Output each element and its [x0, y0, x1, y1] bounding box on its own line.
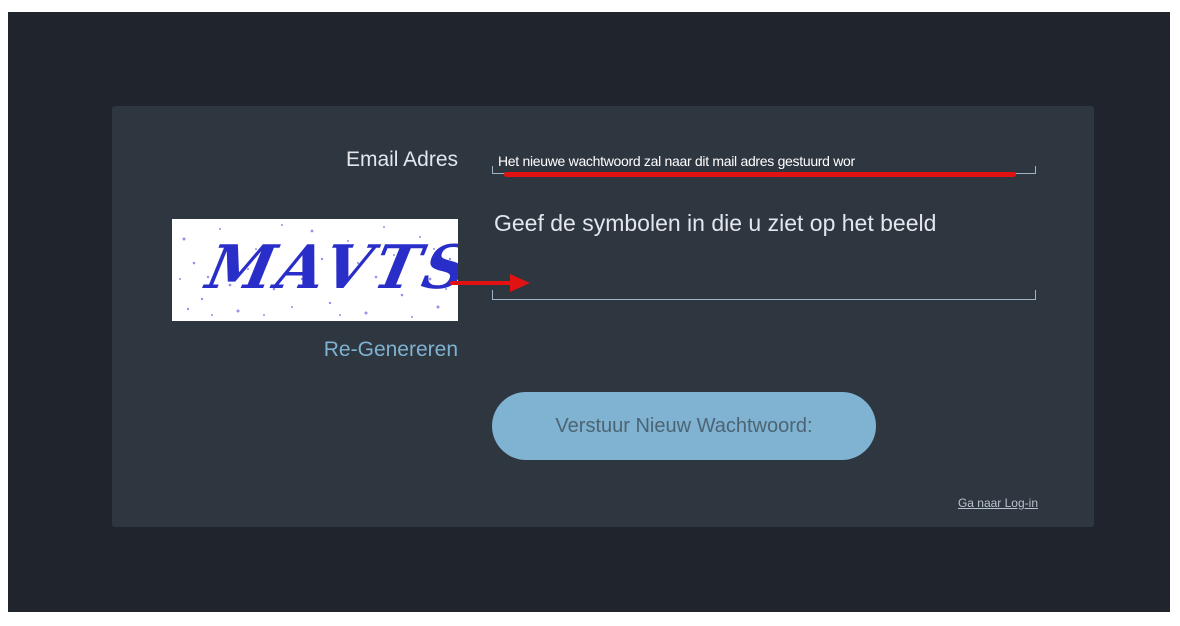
captcha-input[interactable]	[492, 256, 1036, 300]
annotation-arrow-icon	[450, 274, 530, 292]
app-background: Email Adres Het nieuwe wachtwoord zal na…	[8, 12, 1170, 612]
email-label: Email Adres	[345, 148, 458, 171]
reset-password-card: Email Adres Het nieuwe wachtwoord zal na…	[112, 106, 1094, 527]
send-new-password-button[interactable]: Verstuur Nieuw Wachtwoord:	[492, 392, 876, 460]
captcha-text: MAVTS	[200, 233, 458, 303]
email-field[interactable]: Het nieuwe wachtwoord zal naar dit mail …	[492, 148, 1036, 174]
email-field-value: Het nieuwe wachtwoord zal naar dit mail …	[498, 153, 855, 169]
captcha-image: MAVTS	[172, 219, 458, 321]
go-to-login-link[interactable]: Ga naar Log-in	[958, 496, 1038, 510]
regenerate-captcha-link[interactable]: Re-Genereren	[324, 338, 458, 362]
annotation-underline	[504, 172, 1016, 177]
captcha-instruction: Geef de symbolen in die u ziet op het be…	[494, 210, 937, 236]
